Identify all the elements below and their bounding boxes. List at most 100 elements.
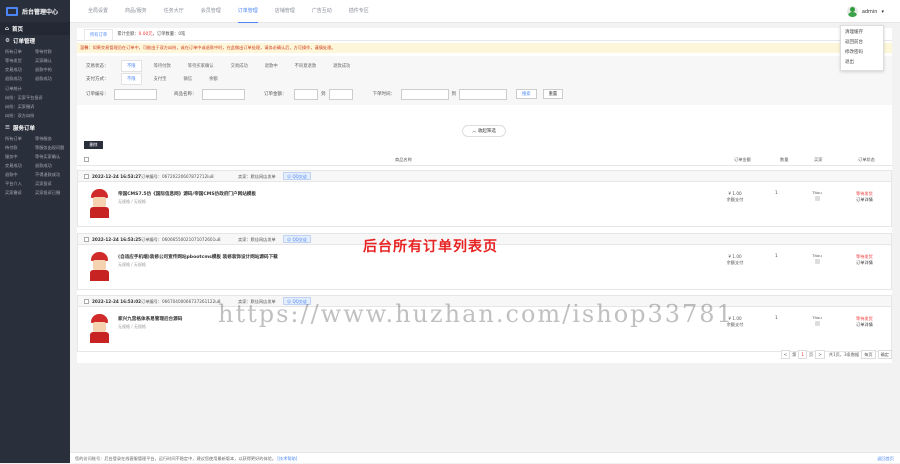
sidebar-item[interactable]: 交易成功: [5, 67, 35, 73]
nav-item[interactable]: 商品/服务: [125, 0, 147, 23]
user-menu[interactable]: admin ▾: [846, 6, 884, 17]
sidebar-item[interactable]: 等待发货: [5, 58, 35, 64]
qq-chat-button[interactable]: ☺ QQ交谈: [283, 172, 311, 180]
sidebar-item[interactable]: 所有订单: [5, 136, 35, 142]
delete-button[interactable]: 删除: [84, 141, 103, 149]
filter-option[interactable]: 不限: [121, 72, 142, 85]
nav-item[interactable]: 插件专区: [349, 0, 369, 23]
order-checkbox[interactable]: [84, 299, 89, 304]
product-title[interactable]: 帝国CMS7.5仿《国际信息网》源码/帝国CMS仿政府门户网站模板: [118, 191, 256, 197]
sidebar-item[interactable]: 等待服务: [35, 136, 65, 142]
sidebar-item[interactable]: 等待买家确认: [35, 154, 65, 160]
order-detail-link[interactable]: 订单详情: [856, 322, 873, 328]
sidebar-item[interactable]: 退款中: [5, 172, 35, 178]
menu-item[interactable]: 清理缓存: [841, 28, 883, 38]
search-row: 订单编号： 商品名称： 订单金额： 到 下单时间： 到 搜索 重置: [86, 86, 883, 102]
table-header: 商品名称 订单金额 数量 买家 订单状态: [77, 154, 892, 166]
qq-chat-button[interactable]: ☺ QQ交谈: [283, 235, 311, 243]
product-image[interactable]: [87, 188, 112, 218]
nav-item[interactable]: 店铺管理: [275, 0, 295, 23]
sidebar-item[interactable]: 退款成功: [5, 76, 35, 82]
order-buyer[interactable]: Titou: [806, 315, 828, 326]
product-title[interactable]: 家兴九宫格体系易管理后台源码: [118, 316, 182, 322]
go-button[interactable]: 确定: [877, 350, 892, 359]
order-checkbox[interactable]: [84, 174, 89, 179]
sidebar-item[interactable]: 买家撤诉: [5, 190, 35, 196]
order-status: 等待发货 订单详情: [856, 191, 873, 203]
prev-page-button[interactable]: <: [780, 350, 791, 359]
filter-panel: 交易状态： 不限 等待付款 等待买家确认 交易成功 退款中 不同意退款 退款成功…: [77, 56, 892, 105]
search-button[interactable]: 搜索: [516, 89, 537, 99]
tab-all-orders[interactable]: 所有订单: [84, 29, 114, 40]
filter-option[interactable]: 微信: [178, 74, 197, 84]
order-seller: 卖家：默佳网店发单: [238, 174, 276, 179]
sidebar-item[interactable]: 退款成功: [35, 163, 65, 169]
filter-option[interactable]: 交易成功: [226, 61, 253, 71]
nav-item[interactable]: 全局设置: [88, 0, 108, 23]
sidebar-item[interactable]: 不得退款成功: [35, 172, 65, 178]
sidebar-group-order[interactable]: ⚙ 订单管理: [0, 35, 70, 47]
nav-item[interactable]: 广告互动: [312, 0, 332, 23]
filter-option[interactable]: 退款中: [260, 61, 283, 71]
footer-home-link[interactable]: 返回首页: [877, 453, 894, 464]
order-checkbox[interactable]: [84, 237, 89, 242]
sidebar-item[interactable]: 所有订单: [5, 49, 35, 55]
app-logo: 后台管理中心: [0, 0, 70, 23]
sidebar-item[interactable]: 等待付款: [35, 49, 65, 55]
col-price: 订单金额: [734, 157, 751, 162]
order-buyer[interactable]: Titou: [806, 190, 828, 201]
amount-min-input[interactable]: [294, 88, 318, 100]
sidebar-item[interactable]: 平台介入: [5, 181, 35, 187]
menu-item[interactable]: 退出: [841, 58, 883, 68]
menu-item[interactable]: 修改密码: [841, 48, 883, 58]
page-number[interactable]: 1: [798, 350, 808, 359]
sidebar-item[interactable]: 等服务出现问题: [35, 145, 65, 151]
sidebar-item[interactable]: 纠纷：双方纠纷: [0, 113, 70, 119]
reset-button[interactable]: 重置: [542, 89, 564, 99]
col-status: 订单状态: [858, 157, 875, 162]
filter-option[interactable]: 退款成功: [328, 61, 355, 71]
product-title[interactable]: (自适应手机端)装修公司宣传网站pbootcms模板 装修装饰设计网站源码下载: [118, 254, 278, 260]
user-name: admin: [861, 8, 878, 15]
filter-option[interactable]: 等待买家确认: [183, 61, 219, 71]
sidebar-service-items: 所有订单 等待服务 待付款 等服务出现问题 服务中 等待买家确认 交易成功 退款…: [0, 136, 70, 196]
filter-option[interactable]: 等待付款: [149, 61, 176, 71]
sidebar-group-service[interactable]: ☰ 服务订单: [0, 122, 70, 134]
nav-item-active[interactable]: 订单管理: [237, 0, 258, 23]
product-image[interactable]: [87, 251, 112, 281]
select-all-checkbox[interactable]: [84, 157, 89, 162]
sidebar-item[interactable]: 待付款: [5, 145, 35, 151]
per-page-select[interactable]: 每页: [861, 350, 876, 359]
order-no-input[interactable]: [114, 88, 157, 100]
nav-item[interactable]: 任务大厅: [164, 0, 184, 23]
sidebar-item[interactable]: 买家投诉已撤: [35, 190, 65, 196]
time-start-input[interactable]: [400, 88, 449, 100]
sidebar-item[interactable]: 退款成功: [35, 76, 65, 82]
next-page-button[interactable]: >: [815, 350, 825, 359]
filter-option[interactable]: 不同意退款: [290, 61, 321, 71]
goods-name-input[interactable]: [202, 88, 245, 100]
amount-max-input[interactable]: [328, 88, 353, 100]
sidebar-item-home[interactable]: ⌂ 首页: [0, 23, 70, 35]
collapse-filter-button[interactable]: ︿ 收起筛选: [462, 125, 506, 137]
nav-item[interactable]: 会员管理: [201, 0, 221, 23]
filter-option[interactable]: 余额: [204, 74, 223, 84]
product-image[interactable]: [87, 313, 112, 343]
sidebar-item[interactable]: 纠纷：买家平台投诉: [0, 95, 70, 101]
order-detail-link[interactable]: 订单详情: [856, 260, 873, 266]
time-end-input[interactable]: [459, 88, 507, 100]
sidebar-item[interactable]: 服务中: [5, 154, 35, 160]
filter-option[interactable]: 不限: [121, 59, 142, 72]
sidebar-item[interactable]: 退款中的: [35, 67, 65, 73]
menu-item[interactable]: 返回前台: [841, 38, 883, 48]
sidebar-item[interactable]: 订单统计: [0, 86, 70, 92]
sidebar-item[interactable]: 买家投诉: [35, 181, 65, 187]
order-buyer[interactable]: Titou: [806, 253, 828, 264]
help-link[interactable]: [技术帮助]: [277, 456, 297, 461]
order-date: 2022-12-24 16:53:25: [92, 237, 142, 242]
filter-option[interactable]: 支付宝: [149, 74, 172, 84]
sidebar-item[interactable]: 交易成功: [5, 163, 35, 169]
sidebar-item[interactable]: 买家确认: [35, 58, 65, 64]
order-detail-link[interactable]: 订单详情: [856, 197, 873, 203]
sidebar-item[interactable]: 纠纷：买家撤诉: [0, 104, 70, 110]
